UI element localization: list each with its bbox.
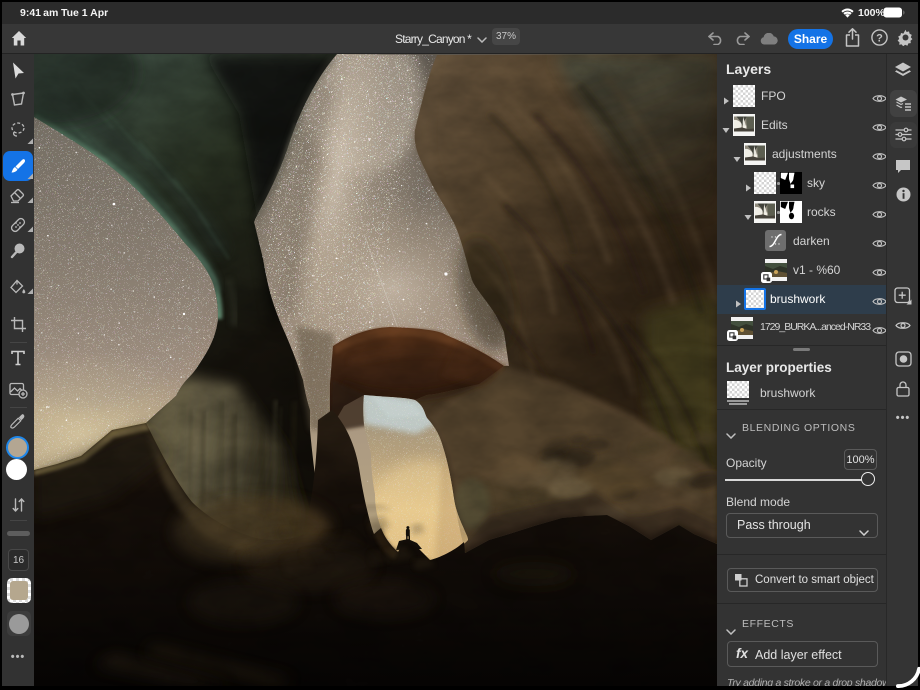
- svg-text:?: ?: [876, 32, 883, 44]
